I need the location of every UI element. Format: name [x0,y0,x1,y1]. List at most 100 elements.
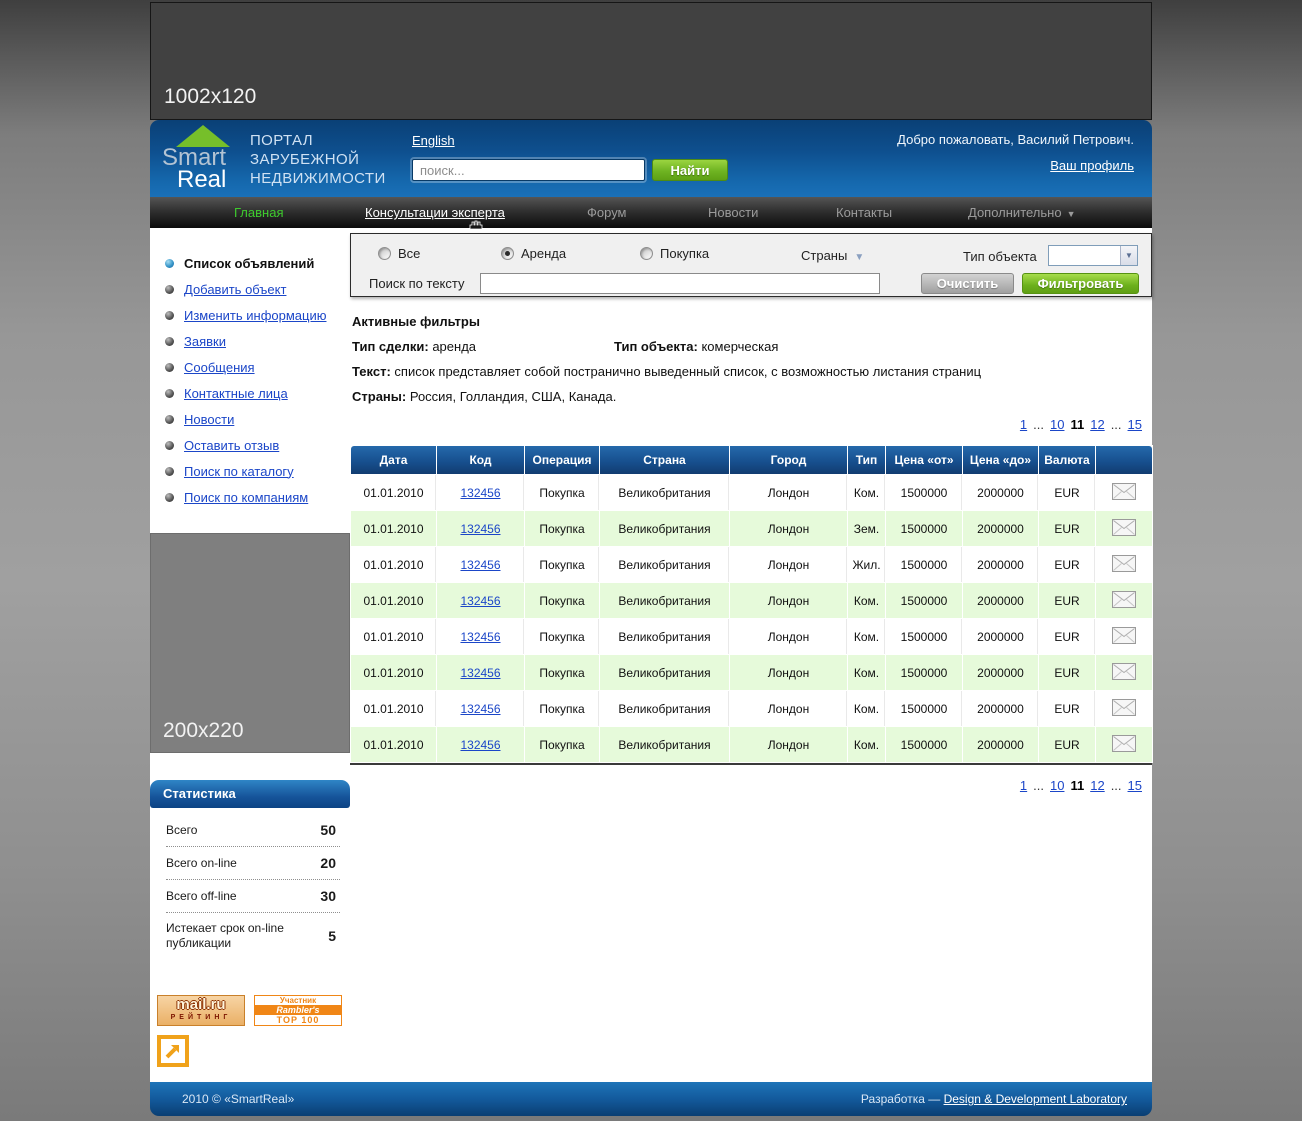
page-link[interactable]: 12 [1090,417,1104,432]
filter-button[interactable]: Фильтровать [1022,273,1139,294]
listing-code-link[interactable]: 132456 [460,702,500,716]
sidebar-menu-item[interactable]: Поиск по каталогу [150,458,350,484]
cell: 1500000 [886,583,962,618]
header-search-input[interactable] [412,159,645,181]
sidebar-menu-label[interactable]: Изменить информацию [184,308,326,323]
sidebar-menu-label[interactable]: Поиск по компаниям [184,490,308,505]
radio-circle-icon[interactable] [378,247,391,260]
envelope-icon[interactable] [1112,555,1136,572]
cell-contact [1096,547,1152,582]
language-link[interactable]: English [412,133,455,148]
header-search-button[interactable]: Найти [652,159,728,181]
page-link[interactable]: 10 [1050,417,1064,432]
sidebar-menu-label[interactable]: Добавить объект [184,282,286,297]
sidebar-menu-item[interactable]: Сообщения [150,354,350,380]
statistics-rows: Всего50Всего on-line20Всего off-line30Ис… [150,808,350,959]
statistics-block: Статистика Всего50Всего on-line20Всего o… [150,780,350,959]
envelope-icon[interactable] [1112,519,1136,536]
cell: Лондон [730,547,847,582]
developer-link[interactable]: Design & Development Laboratory [944,1092,1127,1106]
countries-dropdown[interactable]: Страны▼ [801,248,864,263]
bullet-icon [165,415,174,424]
page-link[interactable]: 15 [1128,417,1142,432]
rambler-top100-badge[interactable]: Участник Rambler's TOP 100 [254,995,342,1026]
envelope-icon[interactable] [1112,483,1136,500]
bullet-icon [165,285,174,294]
radio-3[interactable]: Покупка [640,246,709,261]
bullet-icon [165,493,174,502]
listing-code-link[interactable]: 132456 [460,738,500,752]
sidebar-menu-label[interactable]: Оставить отзыв [184,438,279,453]
listing-code-link[interactable]: 132456 [460,630,500,644]
sidebar-menu-label[interactable]: Контактные лица [184,386,288,401]
sidebar-menu-label[interactable]: Заявки [184,334,226,349]
listing-code-link[interactable]: 132456 [460,666,500,680]
sidebar-menu-item[interactable]: Добавить объект [150,276,350,302]
nav-item-1[interactable]: Главная [234,205,283,220]
mailru-rating-badge[interactable]: mail.ru РЕЙТИНГ [157,995,245,1026]
counter-arrow-badge[interactable] [157,1035,189,1067]
table-row: 01.01.2010132456ПокупкаВеликобританияЛон… [351,655,1152,690]
counter-badges: mail.ru РЕЙТИНГ Участник Rambler's TOP 1… [150,995,350,1026]
listing-code-link[interactable]: 132456 [460,486,500,500]
cell: Покупка [525,583,599,618]
envelope-icon[interactable] [1112,735,1136,752]
sidebar-menu-label[interactable]: Список объявлений [184,256,314,271]
envelope-icon[interactable] [1112,663,1136,680]
page-link[interactable]: 1 [1020,417,1027,432]
radio-label: Покупка [660,246,709,261]
nav-item-2[interactable]: Консультации эксперта [365,205,505,220]
sidebar-menu-item[interactable]: Изменить информацию [150,302,350,328]
cell-code: 132456 [437,727,524,762]
cell: Ком. [848,475,885,510]
portal-title: ПОРТАЛ ЗАРУБЕЖНОЙ НЕДВИЖИМОСТИ [250,131,386,188]
cell: 1500000 [886,655,962,690]
stat-value: 5 [328,928,336,944]
page-link[interactable]: 10 [1050,778,1064,793]
page-link[interactable]: 12 [1090,778,1104,793]
nav-item-3[interactable]: Форум [587,205,627,220]
cell: 2000000 [963,547,1038,582]
cell: 2000000 [963,691,1038,726]
text-search-input[interactable] [480,273,880,294]
page-wrapper: 1002x120 Smart Real ПОРТАЛ ЗАРУБЕЖНОЙ НЕ… [150,0,1152,1116]
nav-item-6[interactable]: Дополнительно▼ [968,205,1076,220]
radio-1[interactable]: Все [378,246,420,261]
sidebar-menu-item[interactable]: Новости [150,406,350,432]
radio-2[interactable]: Аренда [501,246,566,261]
portal-title-line2: ЗАРУБЕЖНОЙ [250,150,386,169]
radio-circle-icon[interactable] [640,247,653,260]
object-type-select[interactable]: ▼ [1048,245,1138,266]
sidebar-menu-label[interactable]: Новости [184,412,234,427]
page-link[interactable]: 1 [1020,778,1027,793]
envelope-icon[interactable] [1112,699,1136,716]
sidebar-menu-item[interactable]: Заявки [150,328,350,354]
listing-code-link[interactable]: 132456 [460,558,500,572]
sidebar-menu-label[interactable]: Сообщения [184,360,255,375]
nav-item-4[interactable]: Новости [708,205,758,220]
sidebar-menu-item[interactable]: Контактные лица [150,380,350,406]
sidebar-menu-item[interactable]: Оставить отзыв [150,432,350,458]
table-row: 01.01.2010132456ПокупкаВеликобританияЛон… [351,547,1152,582]
envelope-icon[interactable] [1112,591,1136,608]
clear-button[interactable]: Очистить [921,273,1014,294]
logo: Smart Real [162,125,248,191]
stat-label: Всего off-line [166,889,237,904]
select-arrow-icon[interactable]: ▼ [1120,246,1137,265]
sidebar-menu-label[interactable]: Поиск по каталогу [184,464,294,479]
radio-circle-icon[interactable] [501,247,514,260]
nav-item-5[interactable]: Контакты [836,205,892,220]
sidebar-menu-item[interactable]: Список объявлений [150,250,350,276]
page-link[interactable]: 15 [1128,778,1142,793]
page-ellipsis: ... [1033,417,1044,432]
cell: 1500000 [886,475,962,510]
listing-code-link[interactable]: 132456 [460,594,500,608]
listing-code-link[interactable]: 132456 [460,522,500,536]
column-header [1096,446,1152,474]
cell: 01.01.2010 [351,547,436,582]
radio-label: Все [398,246,420,261]
envelope-icon[interactable] [1112,627,1136,644]
bullet-icon [165,259,174,268]
sidebar-menu-item[interactable]: Поиск по компаниям [150,484,350,510]
profile-link[interactable]: Ваш профиль [1050,158,1134,173]
